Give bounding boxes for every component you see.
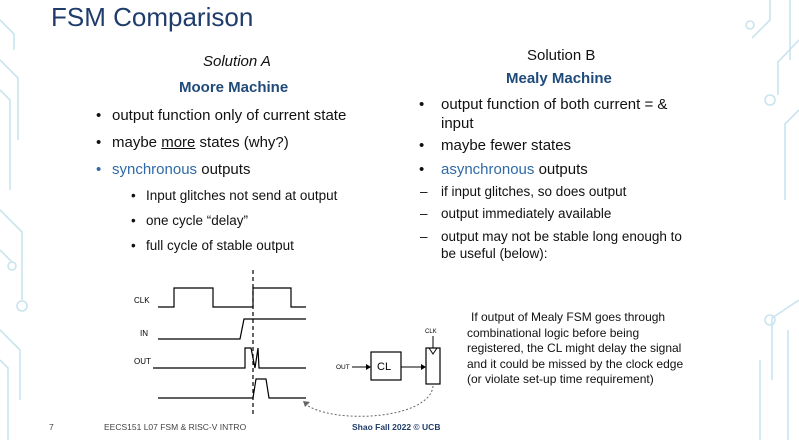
cl-label: CL <box>377 361 391 373</box>
footer-page-number: 7 <box>49 422 54 432</box>
mealy-note-line-4: and it could be missed by the clock edge <box>467 357 684 371</box>
footer-credit: Shao Fall 2022 © UCB <box>352 422 441 432</box>
arrowhead <box>421 364 426 370</box>
footer-course: EECS151 L07 FSM & RISC-V INTRO <box>104 422 247 432</box>
circuit-clk-label: CLK <box>425 329 437 335</box>
circuit-out-label: OUT <box>336 364 350 371</box>
mealy-note-line-5: (or violate set-up time requirement) <box>467 372 654 386</box>
timing-in-label: IN <box>140 329 148 338</box>
out-waveform <box>153 347 306 369</box>
timing-out-label: OUT <box>134 357 151 366</box>
slide: FSM Comparison Solution A Moore Machine … <box>0 0 799 442</box>
mealy-note-line-1: If output of Mealy FSM goes through <box>471 310 666 324</box>
mealy-note-line-3: registered, the CL might delay the signa… <box>467 341 682 355</box>
delayed-waveform <box>158 378 306 399</box>
timing-diagram: CLK IN OUT OUT CL CLK <box>134 270 441 417</box>
dotted-connector-arrow <box>303 385 434 417</box>
in-waveform <box>158 318 306 340</box>
clk-waveform <box>158 287 306 308</box>
timing-clk-label: CLK <box>134 296 150 305</box>
mealy-note-line-2: combinational logic before being <box>467 326 640 340</box>
arrowhead <box>366 364 371 370</box>
